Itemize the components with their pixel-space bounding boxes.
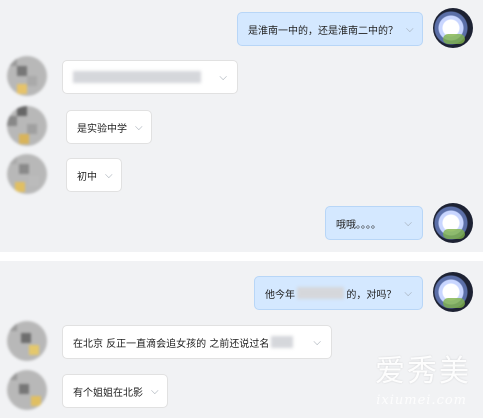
chevron-down-icon[interactable]: ⌵ — [211, 72, 227, 83]
message-text-prefix: 他今年 — [265, 289, 295, 301]
chevron-down-icon[interactable]: ⌵ — [127, 122, 143, 133]
message-bubble-sent[interactable]: 哦哦。。。。 ⌵ — [325, 206, 423, 240]
message-bubble-received[interactable]: 有个姐姐在北影 ⌵ — [62, 374, 168, 408]
message-text: 是淮南一中的，还是淮南二中的？ — [248, 25, 398, 37]
message-bubble-received[interactable]: 在北京 反正一直滴会追女孩的 之前还说过名 ⌵ — [62, 325, 332, 359]
avatar[interactable] — [7, 56, 47, 96]
avatar[interactable] — [7, 370, 47, 410]
message-text-suffix: 的，对吗？ — [346, 289, 397, 301]
watermark-url: ixiumei.com — [376, 393, 467, 408]
chevron-down-icon[interactable]: ⌵ — [396, 288, 412, 299]
message-text: 哦哦。。。。 — [336, 219, 381, 231]
message-text: 有个姐姐在北影 — [73, 387, 143, 399]
message-bubble-sent[interactable]: 是淮南一中的，还是淮南二中的？ ⌵ — [237, 12, 423, 46]
panel-divider — [0, 252, 483, 261]
chevron-down-icon[interactable]: ⌵ — [398, 24, 414, 35]
avatar[interactable] — [433, 8, 473, 48]
watermark-logo: 爱秀美 — [375, 354, 471, 389]
avatar[interactable] — [7, 321, 47, 361]
message-bubble-received[interactable]: 初中 ⌵ — [66, 158, 122, 192]
message-bubble-received[interactable]: ⌵ — [62, 60, 238, 94]
chevron-down-icon[interactable]: ⌵ — [396, 218, 412, 229]
message-bubble-sent[interactable]: 他今年 的，对吗？ ⌵ — [254, 276, 423, 310]
message-text: 在北京 反正一直滴会追女孩的 之前还说过名 — [73, 338, 270, 350]
chevron-down-icon[interactable]: ⌵ — [97, 170, 113, 181]
avatar[interactable] — [433, 203, 473, 243]
blurred-content — [73, 71, 201, 83]
avatar[interactable] — [433, 272, 473, 312]
message-text: 初中 — [77, 171, 97, 183]
message-text: 是实验中学 — [77, 123, 127, 135]
blurred-content — [271, 336, 294, 348]
chevron-down-icon[interactable]: ⌵ — [305, 337, 321, 348]
chevron-down-icon[interactable]: ⌵ — [143, 386, 159, 397]
message-bubble-received[interactable]: 是实验中学 ⌵ — [66, 110, 152, 144]
avatar[interactable] — [7, 106, 47, 146]
blurred-content — [297, 287, 345, 299]
avatar[interactable] — [7, 154, 47, 194]
